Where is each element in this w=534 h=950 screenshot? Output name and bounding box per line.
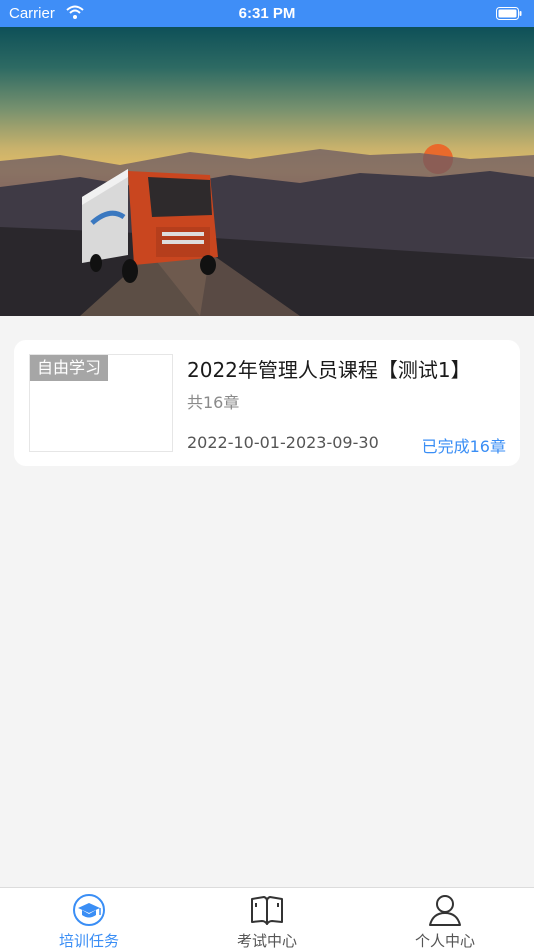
status-bar: Carrier 6:31 PM: [0, 0, 534, 27]
truck-landscape-image: [0, 144, 534, 316]
tab-personal-center[interactable]: 个人中心: [356, 888, 534, 950]
course-card[interactable]: 自由学习 2022年管理人员课程【测试1】 共16章 2022-10-01-20…: [14, 340, 520, 466]
study-mode-tag: 自由学习: [30, 355, 109, 381]
banner-image[interactable]: [0, 27, 534, 316]
tab-exam-center[interactable]: 考试中心: [178, 888, 356, 950]
battery-icon: [496, 7, 522, 20]
chapter-count: 共16章: [187, 393, 240, 412]
clock: 6:31 PM: [238, 5, 296, 22]
course-date-range: 2022-10-01-2023-09-30: [187, 433, 379, 452]
tab-label: 个人中心: [414, 932, 475, 950]
open-book-icon: [251, 896, 283, 925]
course-title: 2022年管理人员课程【测试1】: [187, 358, 471, 382]
tab-label: 培训任务: [58, 932, 119, 950]
course-thumbnail: 自由学习: [29, 354, 173, 452]
tab-label: 考试中心: [236, 932, 297, 950]
tab-bar: 培训任务 考试中心 个人中心: [0, 887, 534, 950]
person-icon: [429, 895, 461, 926]
completion-status: 已完成16章: [421, 437, 506, 456]
tab-training-tasks[interactable]: 培训任务: [0, 888, 178, 950]
graduation-cap-icon: [73, 894, 105, 926]
